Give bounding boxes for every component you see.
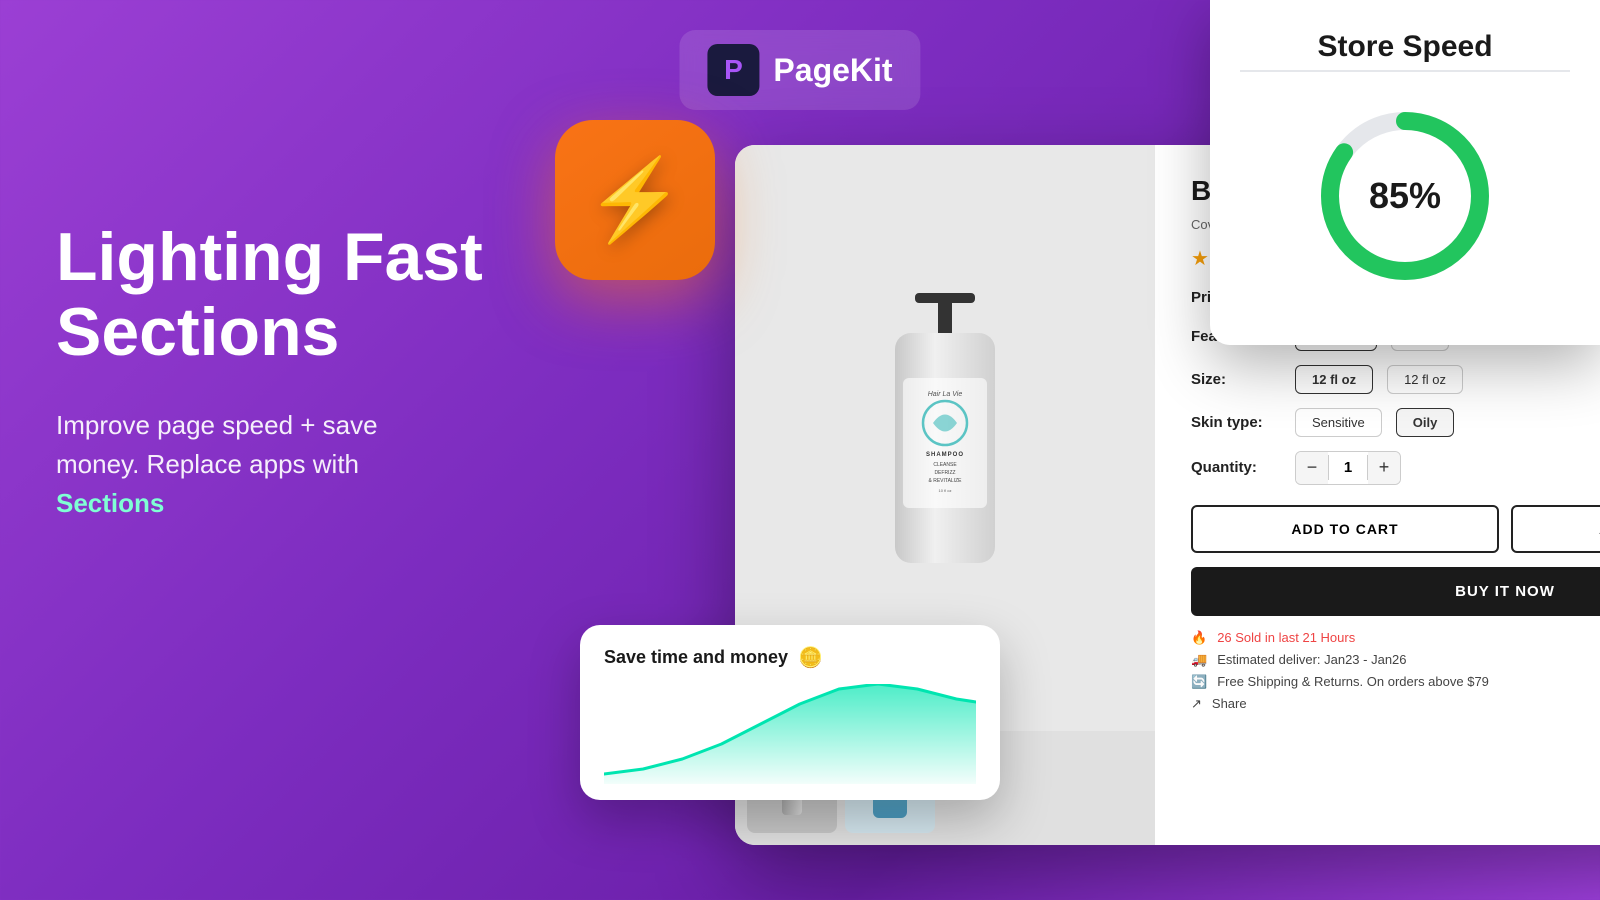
save-time-title: Save time and money — [604, 647, 788, 668]
gauge-percent: 85% — [1369, 175, 1441, 217]
pagekit-logo-text: PageKit — [773, 52, 892, 89]
shipping-text: Free Shipping & Returns. On orders above… — [1217, 674, 1489, 689]
save-time-card: Save time and money 🪙 — [580, 625, 1000, 800]
size-label: Size: — [1191, 371, 1281, 388]
star-1: ★ — [1191, 246, 1209, 271]
shampoo-bottle-svg: Hair La Vie SHAMPOO CLEANSE DEFRIZZ & RE… — [875, 288, 1015, 588]
svg-text:CLEANSE: CLEANSE — [933, 462, 957, 468]
skin-type-label: Skin type: — [1191, 414, 1281, 431]
store-speed-card: Store Speed 85% — [1210, 0, 1600, 345]
hero-subtitle-line1: Improve page speed + save — [56, 410, 378, 440]
quantity-increase[interactable]: + — [1368, 452, 1400, 484]
size-option-1[interactable]: 12 fl oz — [1295, 365, 1373, 394]
skin-type-row: Skin type: Sensitive Oily — [1191, 408, 1600, 437]
svg-text:& REVITALIZE: & REVITALIZE — [929, 478, 963, 484]
add-to-cart-button[interactable]: ADD TO CART — [1191, 505, 1499, 553]
quantity-label: Quantity: — [1191, 459, 1281, 476]
size-option-2[interactable]: 12 fl oz — [1387, 365, 1463, 394]
gauge-chart: 85% — [1305, 96, 1505, 296]
add-to-wishlist-button[interactable]: ADD TO WISHLIST — [1511, 505, 1600, 553]
quantity-control: − 1 + — [1295, 451, 1401, 485]
store-speed-divider — [1240, 70, 1570, 72]
store-speed-title: Store Speed — [1317, 30, 1492, 64]
product-info-rows: 🔥 26 Sold in last 21 Hours 🚚 Estimated d… — [1191, 630, 1600, 712]
quantity-decrease[interactable]: − — [1296, 452, 1328, 484]
quantity-value: 1 — [1328, 455, 1368, 480]
svg-text:10 fl oz: 10 fl oz — [939, 488, 952, 493]
hero-subtitle: Improve page speed + save money. Replace… — [56, 406, 546, 523]
share-row[interactable]: ↗ Share — [1191, 696, 1600, 712]
fire-icon: 🔥 — [1191, 630, 1207, 646]
skin-type-oily[interactable]: Oily — [1396, 408, 1455, 437]
shipping-icon: 🔄 — [1191, 674, 1207, 690]
svg-text:DEFRIZZ: DEFRIZZ — [934, 470, 955, 476]
hero-subtitle-highlight: Sections — [56, 488, 164, 518]
delivery-text: Estimated deliver: Jan23 - Jan26 — [1217, 652, 1406, 667]
share-text: Share — [1212, 696, 1247, 711]
sold-text: 26 Sold in last 21 Hours — [1217, 630, 1355, 645]
svg-text:SHAMPOO: SHAMPOO — [926, 452, 964, 458]
share-icon: ↗ — [1191, 696, 1202, 712]
delivery-icon: 🚚 — [1191, 652, 1207, 668]
hero-section: Lighting Fast Sections Improve page spee… — [56, 220, 546, 523]
quantity-row: Quantity: − 1 + — [1191, 451, 1600, 485]
size-row: Size: 12 fl oz 12 fl oz — [1191, 365, 1600, 394]
pagekit-logo-icon: P — [707, 44, 759, 96]
coin-emoji: 🪙 — [798, 645, 823, 670]
shipping-row: 🔄 Free Shipping & Returns. On orders abo… — [1191, 674, 1600, 690]
skin-type-sensitive[interactable]: Sensitive — [1295, 408, 1382, 437]
pagekit-logo: P PageKit — [679, 30, 920, 110]
area-chart — [604, 684, 976, 784]
delivery-row: 🚚 Estimated deliver: Jan23 - Jan26 — [1191, 652, 1600, 668]
svg-text:Hair La Vie: Hair La Vie — [928, 391, 963, 398]
lightning-bolt-icon: ⚡ — [585, 153, 685, 247]
action-buttons: ADD TO CART ADD TO WISHLIST — [1191, 505, 1600, 553]
buy-now-button[interactable]: BUY IT NOW — [1191, 567, 1600, 616]
lightning-icon-container: ⚡ — [555, 120, 715, 280]
hero-title: Lighting Fast Sections — [56, 220, 546, 370]
sold-info-row: 🔥 26 Sold in last 21 Hours — [1191, 630, 1600, 646]
hero-subtitle-line2: money. Replace apps with — [56, 449, 359, 479]
save-time-header: Save time and money 🪙 — [604, 645, 976, 670]
